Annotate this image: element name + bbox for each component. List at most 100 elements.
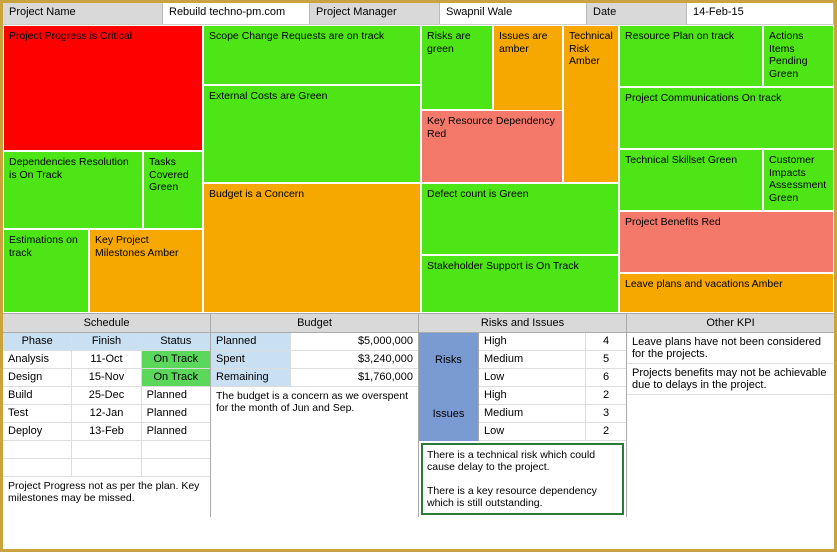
tile-defect: Defect count is Green (421, 183, 619, 255)
status-tiles: Project Progress is Critical Scope Chang… (3, 25, 834, 313)
tile-dependencies: Dependencies Resolution is On Track (3, 151, 143, 229)
budget-value: $1,760,000 (291, 369, 418, 386)
schedule-rows: Analysis 11-Oct On TrackDesign 15-Nov On… (3, 351, 210, 441)
header-row: Project Name Rebuild techno-pm.com Proje… (3, 3, 834, 25)
risk-level: High (479, 387, 586, 404)
tile-budget: Budget is a Concern (203, 183, 421, 313)
tile-skillset: Technical Skillset Green (619, 149, 763, 211)
tile-tasks: Tasks Covered Green (143, 151, 203, 229)
budget-note: The budget is a concern as we overspent … (211, 387, 418, 417)
risks-section: Risks and Issues Risks High 4Medium 5Low… (419, 314, 627, 517)
risk-level: Medium (479, 405, 586, 422)
risk-count: 2 (586, 387, 626, 404)
kpi-note: Leave plans have not been considered for… (627, 333, 834, 364)
risk-row: High 2 (479, 387, 626, 405)
risk-count: 3 (586, 405, 626, 422)
risk-level: Low (479, 423, 586, 440)
schedule-section: Schedule Phase Finish Status Analysis 11… (3, 314, 211, 517)
risk-row: Medium 5 (479, 351, 626, 369)
col-phase: Phase (3, 333, 72, 350)
risks-note: There is a technical risk which could ca… (421, 443, 624, 515)
budget-row: Spent $3,240,000 (211, 351, 418, 369)
issues-block: Issues High 2Medium 3Low 2 (419, 387, 626, 441)
finish-cell: 15-Nov (72, 369, 141, 386)
budget-value: $3,240,000 (291, 351, 418, 368)
schedule-row: Test 12-Jan Planned (3, 405, 210, 423)
risk-row: Low 6 (479, 369, 626, 387)
project-manager-label: Project Manager (310, 3, 440, 24)
risk-count: 6 (586, 369, 626, 386)
tile-scope: Scope Change Requests are on track (203, 25, 421, 85)
tile-tech-risk: Technical Risk Amber (563, 25, 619, 183)
tile-key-resource: Key Resource Dependency Red (421, 110, 563, 183)
schedule-row: Design 15-Nov On Track (3, 369, 210, 387)
risks-rows: High 4Medium 5Low 6 (479, 333, 626, 387)
status-cell: Planned (142, 387, 210, 404)
kpi-notes: Leave plans have not been considered for… (627, 333, 834, 395)
tile-leave: Leave plans and vacations Amber (619, 273, 834, 313)
budget-value: $5,000,000 (291, 333, 418, 350)
status-cell: On Track (142, 369, 210, 386)
risk-level: Medium (479, 351, 586, 368)
finish-cell: 13-Feb (72, 423, 141, 440)
status-cell: Planned (142, 423, 210, 440)
tile-actions: Actions Items Pending Green (763, 25, 834, 87)
budget-header: Budget (211, 314, 418, 333)
status-cell: Planned (142, 405, 210, 422)
finish-cell: 25-Dec (72, 387, 141, 404)
kpi-header: Other KPI (627, 314, 834, 333)
budget-row: Planned $5,000,000 (211, 333, 418, 351)
date-label: Date (587, 3, 687, 24)
issues-rows: High 2Medium 3Low 2 (479, 387, 626, 441)
risks-block: Risks High 4Medium 5Low 6 (419, 333, 626, 387)
risk-count: 2 (586, 423, 626, 440)
tile-estimations: Estimations on track (3, 229, 89, 313)
finish-cell: 12-Jan (72, 405, 141, 422)
tile-risks: Risks are green (421, 25, 493, 110)
phase-cell: Design (3, 369, 72, 386)
issues-label: Issues (419, 387, 479, 441)
budget-rows: Planned $5,000,000Spent $3,240,000Remain… (211, 333, 418, 387)
budget-section: Budget Planned $5,000,000Spent $3,240,00… (211, 314, 419, 517)
schedule-row: Build 25-Dec Planned (3, 387, 210, 405)
tile-external: External Costs are Green (203, 85, 421, 183)
risk-level: Low (479, 369, 586, 386)
budget-label: Remaining (211, 369, 291, 386)
date-value: 14-Feb-15 (687, 3, 834, 24)
phase-cell: Deploy (3, 423, 72, 440)
schedule-row: Deploy 13-Feb Planned (3, 423, 210, 441)
risk-count: 5 (586, 351, 626, 368)
risk-row: Medium 3 (479, 405, 626, 423)
tile-customer: Customer Impacts Assessment Green (763, 149, 834, 211)
project-manager-value: Swapnil Wale (440, 3, 587, 24)
col-status: Status (142, 333, 210, 350)
tile-progress: Project Progress is Critical (3, 25, 203, 151)
budget-row: Remaining $1,760,000 (211, 369, 418, 387)
empty-row (3, 459, 210, 477)
col-finish: Finish (72, 333, 141, 350)
phase-cell: Build (3, 387, 72, 404)
detail-sections: Schedule Phase Finish Status Analysis 11… (3, 313, 834, 517)
risk-count: 4 (586, 333, 626, 350)
budget-label: Planned (211, 333, 291, 350)
phase-cell: Test (3, 405, 72, 422)
status-cell: On Track (142, 351, 210, 368)
risk-level: High (479, 333, 586, 350)
schedule-row: Analysis 11-Oct On Track (3, 351, 210, 369)
tile-benefits: Project Benefits Red (619, 211, 834, 273)
schedule-note: Project Progress not as per the plan. Ke… (3, 477, 210, 507)
schedule-columns: Phase Finish Status (3, 333, 210, 351)
project-name-value: Rebuild techno-pm.com (163, 3, 310, 24)
project-dashboard: Project Name Rebuild techno-pm.com Proje… (0, 0, 837, 552)
risks-label: Risks (419, 333, 479, 387)
phase-cell: Analysis (3, 351, 72, 368)
kpi-section: Other KPI Leave plans have not been cons… (627, 314, 834, 517)
tile-stakeholder: Stakeholder Support is On Track (421, 255, 619, 313)
tile-comms: Project Communications On track (619, 87, 834, 149)
tile-resource-plan: Resource Plan on track (619, 25, 763, 87)
tile-milestones: Key Project Milestones Amber (89, 229, 203, 313)
budget-label: Spent (211, 351, 291, 368)
kpi-note: Projects benefits may not be achievable … (627, 364, 834, 395)
project-name-label: Project Name (3, 3, 163, 24)
risk-row: Low 2 (479, 423, 626, 441)
